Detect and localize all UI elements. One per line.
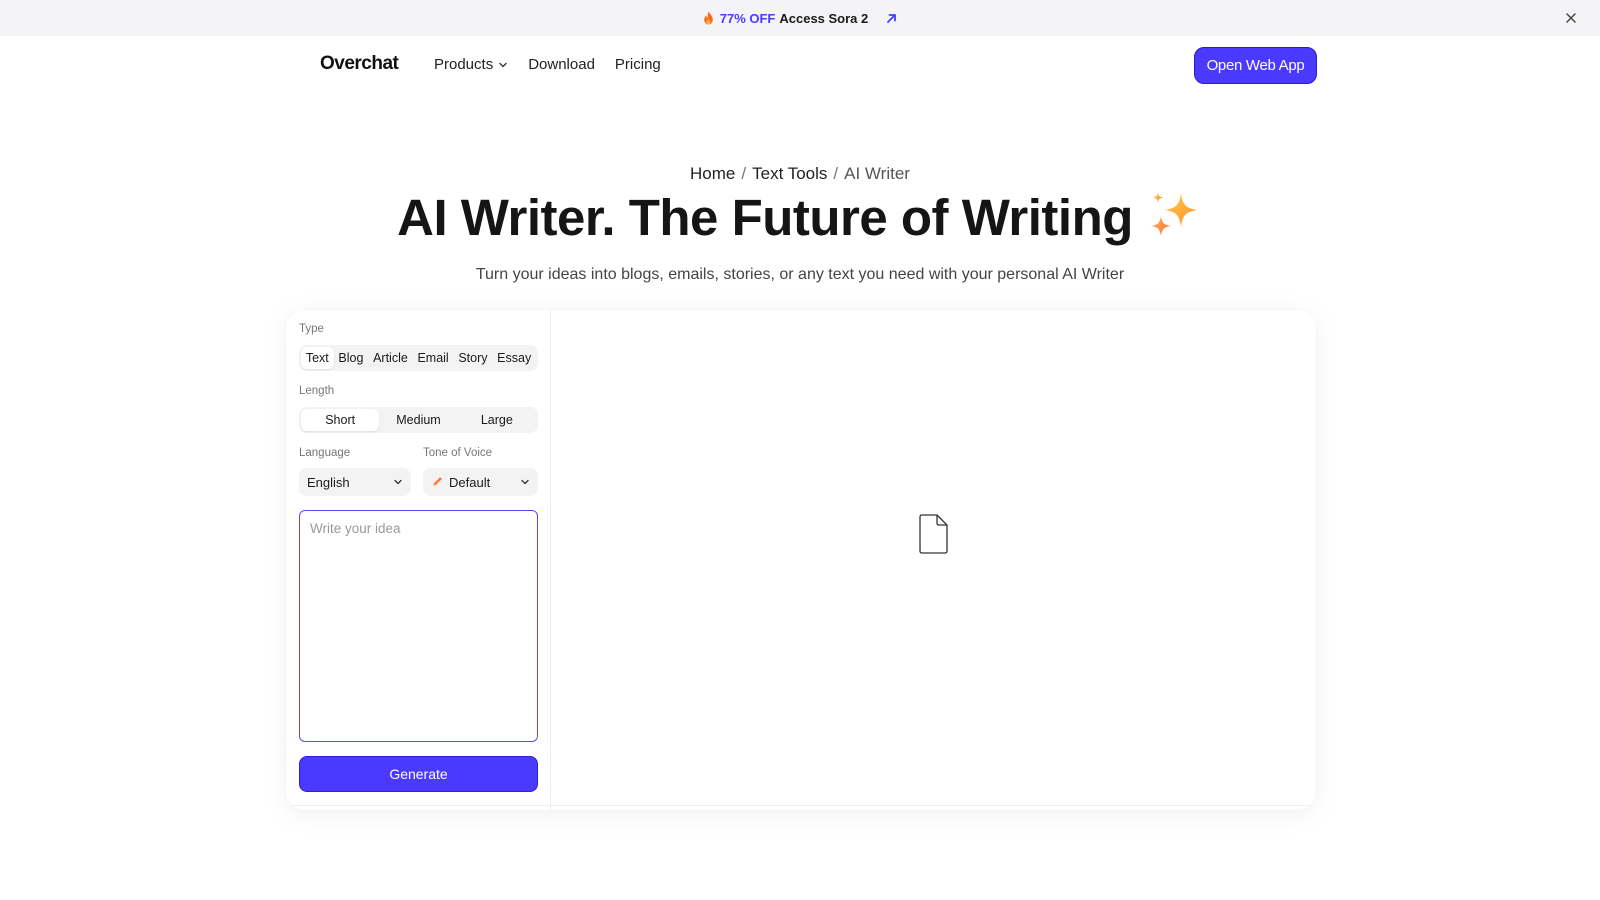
idea-input[interactable]	[299, 510, 538, 742]
chevron-down-icon	[498, 60, 508, 70]
sparkles-icon	[1147, 189, 1203, 253]
output-panel	[551, 310, 1316, 810]
type-selector: Text Blog Article Email Story Essay	[299, 345, 538, 371]
type-option-article[interactable]: Article	[368, 347, 412, 369]
breadcrumb-separator: /	[833, 164, 839, 183]
type-option-essay[interactable]: Essay	[492, 347, 536, 369]
breadcrumb: Home / Text Tools / AI Writer	[0, 164, 1600, 184]
pencil-icon	[431, 476, 443, 488]
type-option-blog[interactable]: Blog	[334, 347, 369, 369]
language-select[interactable]: English	[299, 468, 411, 496]
fire-icon	[703, 11, 714, 25]
type-option-email[interactable]: Email	[413, 347, 454, 369]
tone-select[interactable]: Default	[423, 468, 538, 496]
breadcrumb-separator: /	[741, 164, 747, 183]
generate-button[interactable]: Generate	[299, 756, 538, 792]
page-title-text: AI Writer. The Future of Writing	[397, 189, 1133, 246]
type-option-story[interactable]: Story	[454, 347, 493, 369]
settings-panel: Type Text Blog Article Email Story Essay…	[286, 310, 551, 810]
language-label: Language	[299, 447, 351, 459]
arrow-up-right-icon[interactable]	[886, 13, 897, 24]
promo-text: Access Sora 2	[779, 10, 869, 26]
page-subtitle: Turn your ideas into blogs, emails, stor…	[475, 266, 1125, 283]
breadcrumb-current: AI Writer	[844, 164, 910, 183]
length-option-medium[interactable]: Medium	[379, 409, 457, 431]
open-web-app-button[interactable]: Open Web App	[1194, 47, 1317, 84]
chevron-down-icon	[393, 477, 403, 487]
type-label: Type	[299, 323, 324, 335]
divider	[286, 805, 1316, 806]
length-selector: Short Medium Large	[299, 407, 538, 433]
language-value: English	[307, 474, 350, 490]
top-navigation: Overchat Products Download Pricing Open …	[0, 36, 1600, 96]
promo-banner[interactable]: 77% OFF Access Sora 2	[0, 0, 1600, 36]
nav-pricing[interactable]: Pricing	[615, 56, 661, 73]
tone-value-wrap: Default	[431, 475, 520, 490]
chevron-down-icon	[520, 477, 530, 487]
type-option-text[interactable]: Text	[301, 347, 334, 369]
nav-products-label: Products	[434, 56, 494, 73]
nav-links: Products Download Pricing	[434, 56, 661, 73]
nav-download[interactable]: Download	[528, 56, 595, 73]
close-icon[interactable]	[1564, 11, 1578, 25]
page-title: AI Writer. The Future of Writing	[0, 188, 1600, 253]
breadcrumb-text-tools[interactable]: Text Tools	[752, 164, 827, 183]
ai-writer-tool: Type Text Blog Article Email Story Essay…	[286, 310, 1316, 810]
logo[interactable]: Overchat	[320, 53, 399, 75]
breadcrumb-home[interactable]: Home	[690, 164, 735, 183]
nav-products[interactable]: Products	[434, 56, 508, 73]
tone-value: Default	[449, 474, 491, 490]
length-option-large[interactable]: Large	[458, 409, 536, 431]
tone-label: Tone of Voice	[423, 447, 493, 459]
promo-discount: 77% OFF	[719, 10, 776, 26]
document-icon	[918, 513, 950, 560]
length-label: Length	[299, 385, 335, 397]
length-option-short[interactable]: Short	[301, 409, 380, 431]
